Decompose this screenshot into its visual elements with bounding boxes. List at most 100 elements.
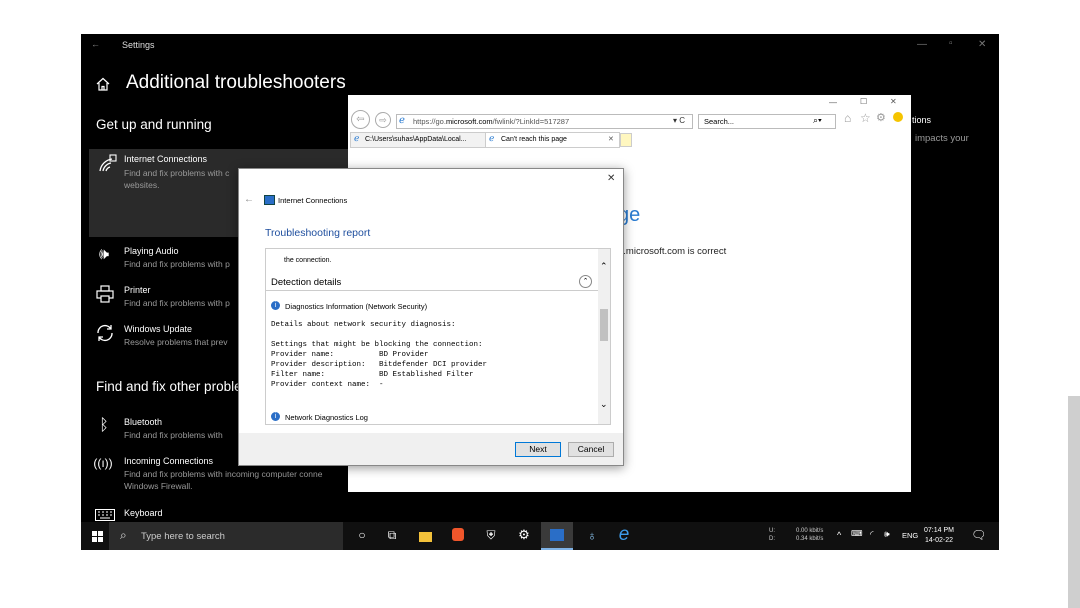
diagnostics-line: Provider name: BD Provider [271, 351, 429, 359]
clock-date: 14-02-22 [924, 537, 953, 544]
close-button[interactable]: ✕ [978, 39, 986, 50]
url-path: /fwlink/?LinkId=517287 [492, 117, 570, 126]
ie-search-placeholder: Search... [704, 117, 735, 126]
ie-close-button[interactable]: ✕ [890, 97, 897, 106]
cancel-button[interactable]: Cancel [568, 442, 614, 457]
item-description: Find and fix problems with p [124, 298, 230, 308]
report-scroll-area[interactable]: the connection. Detection details ⌃ i Di… [265, 248, 611, 425]
taskbar: ⌕ Type here to search ○ ⧉ ⛨ ⚙ ♁ e U: D: … [81, 522, 999, 550]
vpn-shield-icon[interactable]: ⛨ [480, 528, 502, 543]
diagnostics-line: Provider description: Bitdefender DCI pr… [271, 361, 488, 369]
keyboard-tray-icon[interactable]: ⌨ [851, 529, 863, 538]
diagnostics-title: Diagnostics Information (Network Securit… [285, 302, 428, 311]
log-title[interactable]: Network Diagnostics Log [285, 413, 368, 422]
task-view-icon[interactable]: ⧉ [381, 528, 403, 543]
maximize-button[interactable]: ▫ [949, 38, 953, 49]
dialog-footer: Next Cancel [239, 433, 623, 465]
ie-maximize-button[interactable]: ☐ [860, 97, 867, 106]
cortana-icon[interactable]: ○ [351, 528, 373, 542]
related-text-fragment: impacts your [915, 133, 969, 144]
home-icon[interactable]: ⌂ [844, 111, 851, 125]
side-scrollbar[interactable] [1068, 396, 1080, 608]
cleaner-app-icon[interactable]: ♁ [581, 528, 603, 543]
diagnostics-line: Provider context name: - [271, 381, 384, 389]
cut-off-text-line [284, 248, 564, 249]
ie-tab-icon: ℯ [489, 133, 495, 143]
item-title: Windows Update [124, 324, 193, 334]
search-icon[interactable]: ⌕▾ [813, 115, 822, 126]
minimize-button[interactable]: — [917, 39, 927, 50]
back-button[interactable]: ⇦ [351, 110, 370, 129]
troubleshooter-taskbar-button[interactable] [541, 522, 573, 550]
info-icon: i [271, 301, 280, 310]
dialog-back-arrow-icon[interactable]: ← [244, 194, 254, 205]
clock[interactable]: 07:14 PM 14-02-22 [924, 526, 954, 546]
notification-center-icon[interactable]: 🗨 [971, 528, 986, 542]
detection-heading: Detection details [271, 277, 342, 288]
settings-titlebar: ← Settings — ▫ ✕ [81, 34, 999, 56]
ie-search-box[interactable]: Search... ⌕▾ [698, 114, 836, 129]
tab-close-icon[interactable]: ✕ [608, 135, 614, 143]
item-description: Find and fix problems with incoming comp… [124, 469, 323, 479]
home-icon[interactable] [95, 76, 111, 92]
new-tab-button[interactable] [620, 133, 632, 147]
ie-minimize-button[interactable]: — [829, 98, 837, 107]
report-heading: Troubleshooting report [265, 227, 371, 239]
download-label: D: [769, 536, 775, 542]
item-description: Find and fix problems with c [124, 168, 230, 178]
smiley-feedback-icon[interactable] [893, 112, 903, 122]
bluetooth-icon: ᛒ [99, 417, 109, 434]
antenna-icon: ((ı)) [93, 456, 113, 470]
address-bar[interactable]: ℯ https://go.microsoft.com/fwlink/?LinkI… [396, 114, 693, 129]
forward-button[interactable]: ⇨ [375, 112, 391, 128]
gear-icon[interactable]: ⚙ [876, 111, 886, 124]
file-explorer-icon[interactable] [418, 532, 432, 542]
language-indicator[interactable]: ENG [902, 531, 918, 540]
taskbar-search-box[interactable]: ⌕ Type here to search [109, 522, 343, 550]
cut-off-text: the connection. [284, 257, 332, 264]
troubleshooter-app-icon [264, 195, 275, 205]
scrollbar[interactable]: ⌃ ⌄ [598, 249, 610, 424]
item-description: Resolve problems that prev [124, 337, 228, 347]
chevron-up-icon[interactable]: ^ [837, 530, 841, 540]
next-button[interactable]: Next [515, 442, 561, 457]
speaker-icon: 🕪 [98, 246, 110, 263]
wifi-tray-icon[interactable]: ◜ [870, 529, 874, 540]
troubleshooter-dialog: ✕ ← Internet Connections Troubleshooting… [238, 168, 624, 466]
back-arrow-icon[interactable]: ← [91, 39, 100, 49]
item-description-2: websites. [124, 180, 160, 190]
related-settings-fragment: tions [912, 115, 932, 125]
tab-cant-reach[interactable]: ℯ Can't reach this page ✕ [485, 132, 620, 148]
item-title: Internet Connections [124, 154, 208, 164]
scroll-down-arrow-icon[interactable]: ⌄ [600, 399, 608, 410]
scroll-up-arrow-icon[interactable]: ⌃ [600, 261, 608, 272]
item-description: Find and fix problems with [124, 430, 223, 440]
collapse-chevron-icon[interactable]: ⌃ [579, 275, 592, 288]
volume-tray-icon[interactable]: 🕪 [884, 529, 890, 540]
brave-browser-icon[interactable] [452, 528, 464, 541]
item-description: Find and fix problems with p [124, 259, 230, 269]
network-speed-values: 0.00 kbit/s 0.34 kbit/s [796, 527, 823, 543]
refresh-icon [97, 325, 113, 341]
tab-label: C:\Users\suhas\AppData\Local... [365, 136, 467, 143]
item-title: Keyboard [124, 508, 163, 518]
detection-header-row[interactable]: Detection details ⌃ [266, 273, 598, 291]
url-domain: microsoft.com [445, 117, 493, 126]
settings-gear-icon[interactable]: ⚙ [513, 527, 535, 543]
info-icon: i [271, 412, 280, 421]
network-speed-labels: U: D: [769, 527, 775, 543]
scrollbar-thumb[interactable] [600, 309, 608, 341]
item-title: Printer [124, 285, 151, 295]
troubleshooter-app-icon [550, 529, 564, 541]
refresh-icon[interactable]: ▾ C [673, 116, 685, 125]
item-title: Incoming Connections [124, 456, 214, 466]
search-icon: ⌕ [120, 528, 127, 542]
dialog-close-button[interactable]: ✕ [607, 173, 615, 184]
troubleshooter-keyboard[interactable]: Keyboard [89, 506, 349, 522]
tab-appdata[interactable]: ℯ C:\Users\suhas\AppData\Local... [350, 132, 487, 148]
internet-explorer-icon[interactable]: e [613, 524, 635, 546]
windows-start-icon[interactable] [92, 531, 103, 542]
favorites-star-icon[interactable]: ☆ [860, 111, 871, 125]
section-heading-get-up: Get up and running [96, 117, 212, 132]
download-speed: 0.34 kbit/s [796, 536, 824, 542]
